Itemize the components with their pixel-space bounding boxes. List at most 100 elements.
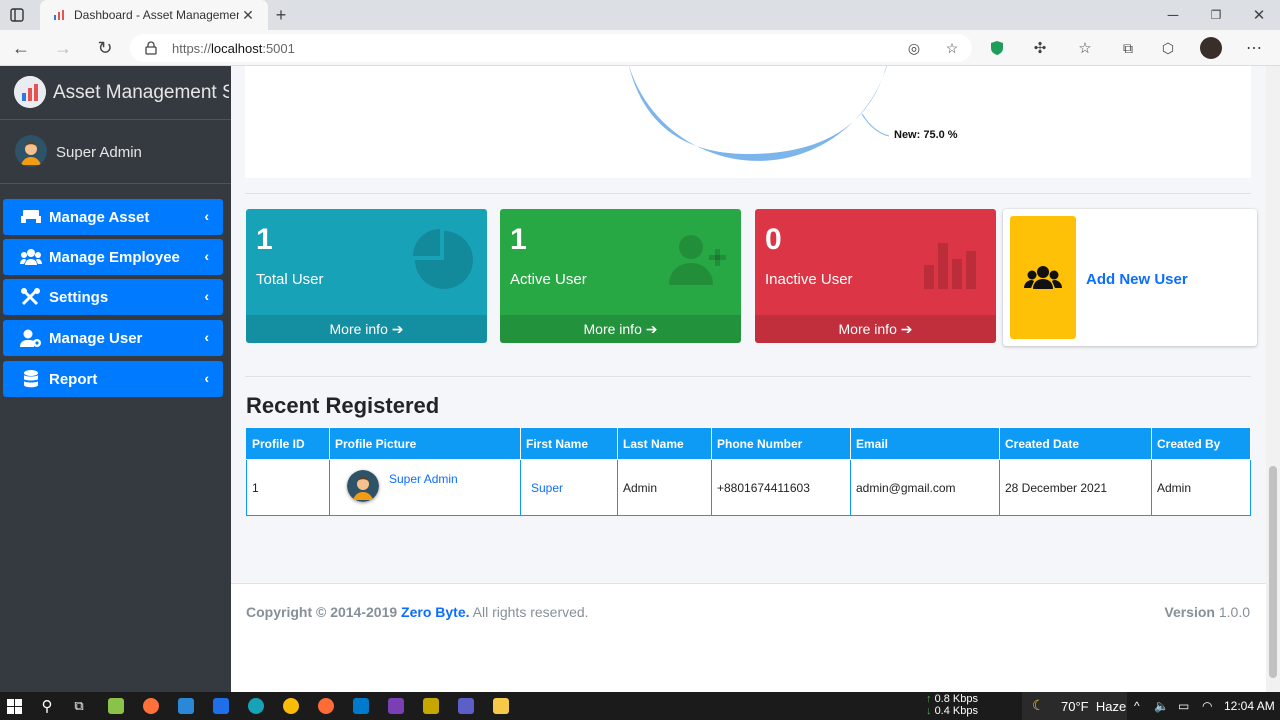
postman-app-icon[interactable]: [318, 698, 334, 714]
column-header[interactable]: First Name: [520, 427, 618, 460]
location-icon[interactable]: ◎: [906, 40, 922, 56]
cell-email: admin@gmail.com: [850, 459, 1000, 516]
scrollbar-thumb[interactable]: [1269, 466, 1277, 678]
user-panel[interactable]: Super Admin: [0, 120, 231, 184]
brand-link[interactable]: Asset Management Sys: [0, 66, 231, 120]
forward-icon[interactable]: →: [52, 38, 74, 58]
task-view-icon[interactable]: ⧉: [70, 697, 88, 715]
net-up-value: 0.8 Kbps: [934, 693, 978, 705]
vs-code-insiders-app-icon[interactable]: [213, 698, 229, 714]
column-header[interactable]: Email: [850, 427, 1000, 460]
more-info-link[interactable]: More info ➔: [246, 315, 487, 343]
cell-profile-picture: Super Admin: [329, 459, 521, 516]
more-info-label: More info: [583, 321, 642, 337]
back-icon[interactable]: ←: [10, 38, 32, 58]
sidebar-item-label: Manage Employee: [49, 249, 180, 266]
brand-logo-icon: [14, 76, 46, 108]
profile-name-link[interactable]: Super Admin: [389, 472, 458, 486]
stat-number: 1: [510, 223, 527, 256]
notepad-app-icon[interactable]: [108, 698, 124, 714]
column-header[interactable]: Last Name: [617, 427, 712, 460]
firefox-app-icon[interactable]: [143, 698, 159, 714]
company-link[interactable]: Zero Byte.: [401, 604, 469, 620]
weather-widget[interactable]: ☾ 70°F Haze: [1022, 692, 1127, 720]
performance-icon[interactable]: ⬡: [1158, 38, 1178, 58]
add-new-user-link[interactable]: Add New User: [1086, 271, 1188, 288]
favorites-add-icon[interactable]: ☆: [944, 40, 960, 56]
file-explorer-app-icon[interactable]: [493, 698, 509, 714]
wifi-icon[interactable]: ◠: [1202, 699, 1212, 713]
sticky-app-icon[interactable]: [423, 698, 439, 714]
windows-start-icon[interactable]: [6, 698, 22, 714]
more-menu-icon[interactable]: ⋯: [1244, 38, 1264, 58]
chevron-left-icon: ‹: [204, 329, 209, 345]
restore-icon[interactable]: ❐: [1206, 6, 1226, 24]
battery-icon[interactable]: ▭: [1178, 699, 1189, 713]
clock-time[interactable]: 12:04 AM: [1224, 699, 1275, 713]
tab-title: Dashboard - Asset Management: [74, 8, 239, 22]
minimize-icon[interactable]: ─: [1163, 6, 1183, 24]
chart-pie-icon: [413, 229, 475, 291]
chevron-up-icon[interactable]: ^: [1134, 699, 1140, 713]
stat-number: 1: [256, 223, 273, 256]
profile-avatar-icon[interactable]: [1200, 37, 1222, 59]
stat-box-active-user: 1 Active User More info ➔: [500, 209, 741, 343]
more-info-label: More info: [838, 321, 897, 337]
sidebar-item-report[interactable]: Report ‹: [3, 361, 223, 397]
bar-chart-icon: [922, 229, 984, 291]
edge-app-icon[interactable]: [248, 698, 264, 714]
stat-box-total-user: 1 Total User More info ➔: [246, 209, 487, 343]
arrow-circle-right-icon: ➔: [900, 321, 913, 337]
sidebar-item-label: Settings: [49, 289, 109, 306]
remote-desktop-app-icon[interactable]: [178, 698, 194, 714]
stat-label: Total User: [256, 271, 324, 288]
column-header[interactable]: Profile ID: [246, 427, 330, 460]
column-header[interactable]: Created By: [1151, 427, 1251, 460]
stat-number: 0: [765, 223, 782, 256]
sidebar-item-manage-asset[interactable]: Manage Asset ‹: [3, 199, 223, 235]
shield-extension-icon[interactable]: [988, 38, 1006, 58]
vs-code-app-icon[interactable]: [353, 698, 369, 714]
more-info-link[interactable]: More info ➔: [500, 315, 741, 343]
browser-tab[interactable]: Dashboard - Asset Management ✕: [40, 0, 268, 30]
close-tab-icon[interactable]: ✕: [240, 7, 256, 23]
url-field[interactable]: https://localhost:5001 ◎ ☆: [130, 34, 972, 62]
users-icon: [1010, 216, 1076, 339]
sidebar-item-settings[interactable]: Settings ‹: [3, 279, 223, 315]
chrome-app-icon[interactable]: [283, 698, 299, 714]
close-window-icon[interactable]: ✕: [1249, 6, 1269, 24]
arrow-circle-right-icon: ➔: [645, 321, 658, 337]
new-tab-icon[interactable]: +: [272, 5, 290, 25]
column-header[interactable]: Created Date: [999, 427, 1152, 460]
cell-last-name: Admin: [617, 459, 712, 516]
refresh-icon[interactable]: ↻: [94, 38, 116, 58]
favorites-icon[interactable]: ☆: [1075, 38, 1095, 58]
address-bar-row: ← → ↻ https://localhost:5001 ◎ ☆ ✣ ☆ ⧉ ⬡…: [0, 30, 1280, 66]
search-icon[interactable]: ⚲: [38, 697, 56, 715]
add-new-user-box[interactable]: Add New User: [1003, 209, 1257, 346]
collections-icon[interactable]: ⧉: [1118, 38, 1138, 58]
more-info-link[interactable]: More info ➔: [755, 315, 996, 343]
extensions-icon[interactable]: ✣: [1030, 38, 1050, 58]
stat-label: Active User: [510, 271, 587, 288]
chevron-left-icon: ‹: [204, 248, 209, 264]
volume-icon[interactable]: 🔈: [1154, 699, 1169, 713]
page-scrollbar[interactable]: [1266, 66, 1280, 692]
people-carry-icon: [20, 207, 42, 227]
tab-actions-icon[interactable]: [8, 7, 26, 23]
stat-box-inactive-user: 0 Inactive User More info ➔: [755, 209, 996, 343]
sidebar-item-label: Manage User: [49, 330, 143, 347]
favicon-icon: [52, 8, 66, 22]
sidebar: Asset Management Sys Super Admin Manage …: [0, 66, 231, 692]
cell-profile-id: 1: [246, 459, 330, 516]
teams-app-icon[interactable]: [458, 698, 474, 714]
lock-icon: [144, 41, 158, 55]
sidebar-item-manage-user[interactable]: Manage User ‹: [3, 320, 223, 356]
visual-studio-app-icon[interactable]: [388, 698, 404, 714]
column-header[interactable]: Phone Number: [711, 427, 851, 460]
arrow-circle-right-icon: ➔: [391, 321, 404, 337]
first-name-link[interactable]: Super: [531, 481, 563, 495]
column-header[interactable]: Profile Picture: [329, 427, 521, 460]
down-arrow-icon: ↓: [926, 705, 932, 717]
sidebar-item-manage-employee[interactable]: Manage Employee ‹: [3, 239, 223, 275]
